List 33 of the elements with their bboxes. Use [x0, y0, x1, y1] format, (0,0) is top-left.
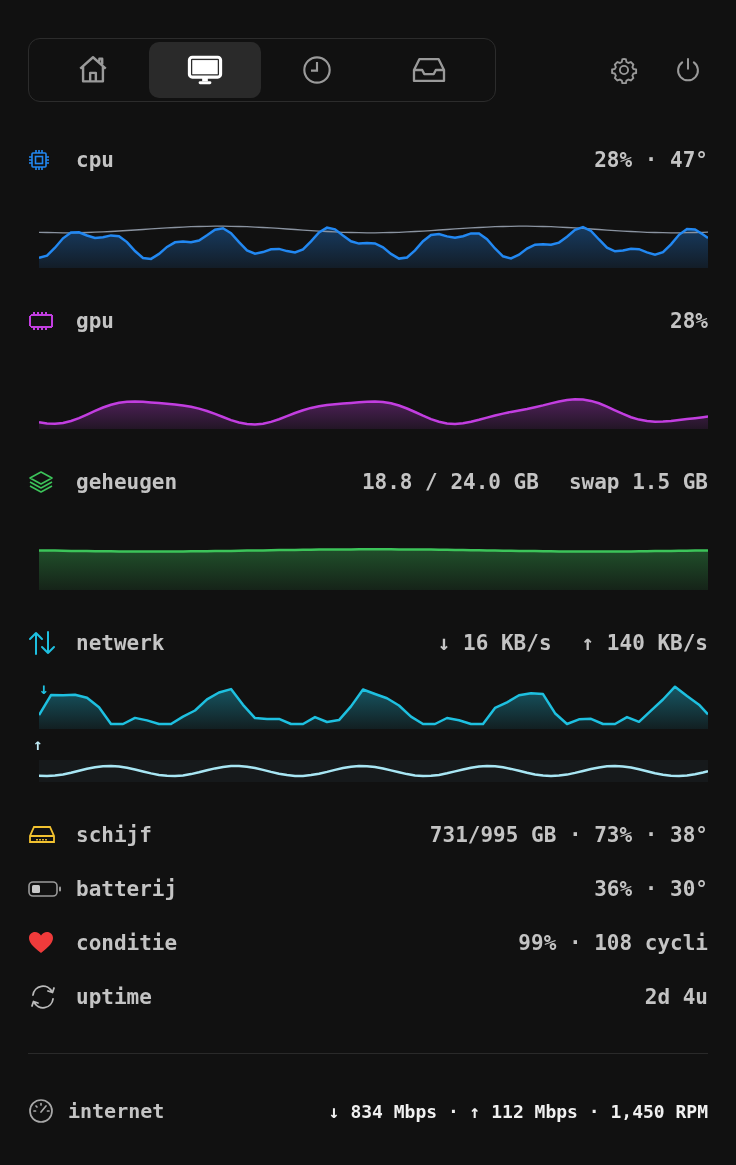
refresh-icon: [28, 984, 58, 1010]
internet-label: internet: [68, 1099, 165, 1123]
stat-label: uptime: [76, 985, 152, 1009]
section-value: 28%: [670, 309, 708, 333]
monitor-icon: [186, 53, 224, 87]
section-value: swap 1.5 GB: [568, 470, 708, 494]
drive-icon: [28, 825, 56, 845]
section-label: cpu: [76, 148, 114, 172]
stat-label: conditie: [76, 931, 178, 955]
stat-value: 99% · 108 cycli: [518, 931, 708, 955]
settings-icon: [610, 56, 638, 84]
stat-value: 36% · 30°: [594, 877, 708, 901]
clock-icon: [301, 54, 333, 86]
stat-value: 2d 4u: [644, 985, 708, 1009]
section-value: ↑ 140 KB/s: [581, 631, 708, 655]
battery-icon: [28, 880, 62, 898]
stat-value: 731/995 GB · 73% · 38°: [429, 823, 708, 847]
monitor-tab[interactable]: [149, 42, 261, 98]
section-value: 28% · 47°: [594, 148, 708, 172]
section-label: geheugen: [76, 470, 178, 494]
tray-icon: [411, 55, 447, 85]
power-icon: [674, 56, 702, 84]
section-label: gpu: [76, 309, 114, 333]
internet-value: ↓ 834 Mbps · ↑ 112 Mbps · 1,450 RPM: [328, 1100, 708, 1122]
stat-label: schijf: [76, 823, 152, 847]
upload-marker: ↑: [33, 735, 43, 754]
gauge-icon: [28, 1098, 54, 1124]
section-label: netwerk: [76, 631, 165, 655]
stat-label: batterij: [76, 877, 178, 901]
section-value: 18.8 / 24.0 GB: [361, 470, 539, 494]
section-value: ↓ 16 KB/s: [437, 631, 552, 655]
download-marker: ↓: [39, 679, 49, 698]
heart-icon: [28, 931, 54, 955]
